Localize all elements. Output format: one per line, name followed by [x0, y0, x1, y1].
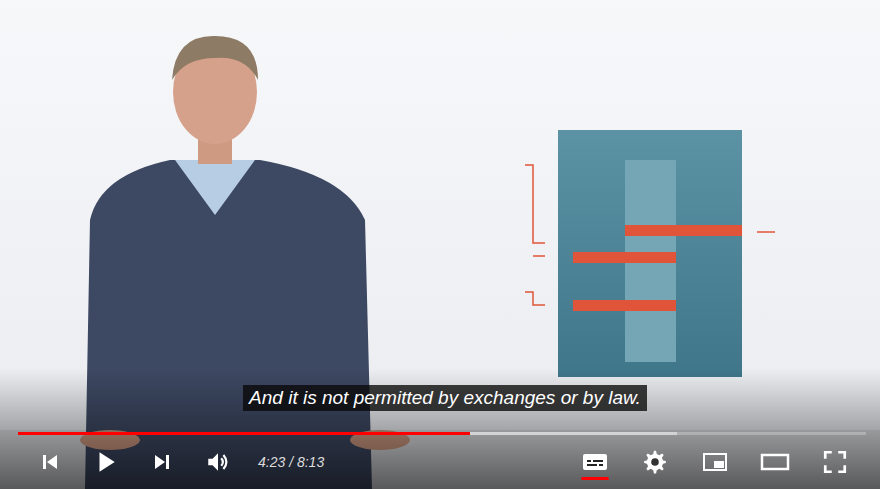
time-display: 4:23 / 8:13	[258, 454, 324, 470]
subtitles-icon	[581, 450, 609, 474]
previous-icon	[38, 450, 62, 474]
fullscreen-icon	[822, 449, 848, 475]
caption: And it is not permitted by exchanges or …	[0, 385, 880, 411]
volume-button[interactable]	[190, 438, 246, 486]
control-bar: 4:23 / 8:13	[0, 435, 880, 489]
controls: 4:23 / 8:13	[0, 432, 880, 489]
miniplayer-icon	[702, 450, 728, 474]
settings-button[interactable]	[625, 438, 685, 486]
theater-button[interactable]	[745, 438, 805, 486]
gear-icon	[642, 449, 668, 475]
previous-button[interactable]	[22, 438, 78, 486]
video-frame[interactable]	[0, 0, 880, 489]
next-button[interactable]	[134, 438, 190, 486]
subtitles-on-indicator	[581, 477, 609, 480]
next-icon	[150, 450, 174, 474]
progress-bar[interactable]	[18, 432, 866, 435]
play-icon	[93, 449, 119, 475]
play-button[interactable]	[78, 438, 134, 486]
progress-played	[18, 432, 470, 435]
fullscreen-button[interactable]	[805, 438, 865, 486]
volume-icon	[205, 449, 231, 475]
right-controls	[565, 438, 865, 486]
left-controls: 4:23 / 8:13	[22, 438, 324, 486]
miniplayer-button[interactable]	[685, 438, 745, 486]
theater-icon	[760, 450, 790, 474]
caption-text: And it is not permitted by exchanges or …	[243, 385, 647, 411]
subtitles-button[interactable]	[565, 438, 625, 486]
video-player[interactable]: And it is not permitted by exchanges or …	[0, 0, 880, 489]
